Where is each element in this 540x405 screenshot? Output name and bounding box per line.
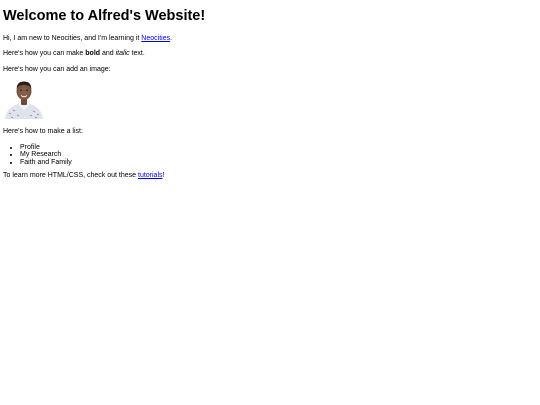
formatting-middle: and: [100, 50, 116, 58]
intro-paragraph: Hi, I am new to Neocities, and I'm learn…: [3, 35, 540, 43]
formatting-prefix: Here's how you can make: [3, 50, 86, 58]
profile-photo: [3, 77, 45, 120]
link-list: Profile My Research Faith and Family: [3, 144, 540, 167]
outro-paragraph: To learn more HTML/CSS, check out these …: [3, 172, 540, 180]
intro-text: Hi, I am new to Neocities, and I'm learn…: [3, 34, 142, 42]
list-item: Profile: [20, 144, 540, 152]
page: Welcome to Alfred's Website! Hi, I am ne…: [0, 0, 540, 180]
list-item: Faith and Family: [20, 159, 540, 167]
list-intro: Here's how to make a list:: [3, 128, 83, 136]
outro-suffix: !: [162, 171, 165, 179]
tutorials-link[interactable]: tutorials: [138, 172, 163, 179]
italic-text: italic: [115, 50, 130, 58]
neocities-link[interactable]: Neocities: [141, 35, 170, 42]
image-intro: Here's how you can add an image:: [3, 65, 111, 73]
formatting-suffix: text.: [129, 50, 145, 58]
list-item: My Research: [20, 151, 540, 159]
outro-prefix: To learn more HTML/CSS, check out these: [3, 171, 138, 179]
intro-suffix: .: [170, 34, 173, 42]
page-title: Welcome to Alfred's Website!: [3, 8, 206, 24]
formatting-paragraph: Here's how you can make bold and italic …: [3, 50, 540, 58]
bold-text: bold: [85, 50, 101, 58]
